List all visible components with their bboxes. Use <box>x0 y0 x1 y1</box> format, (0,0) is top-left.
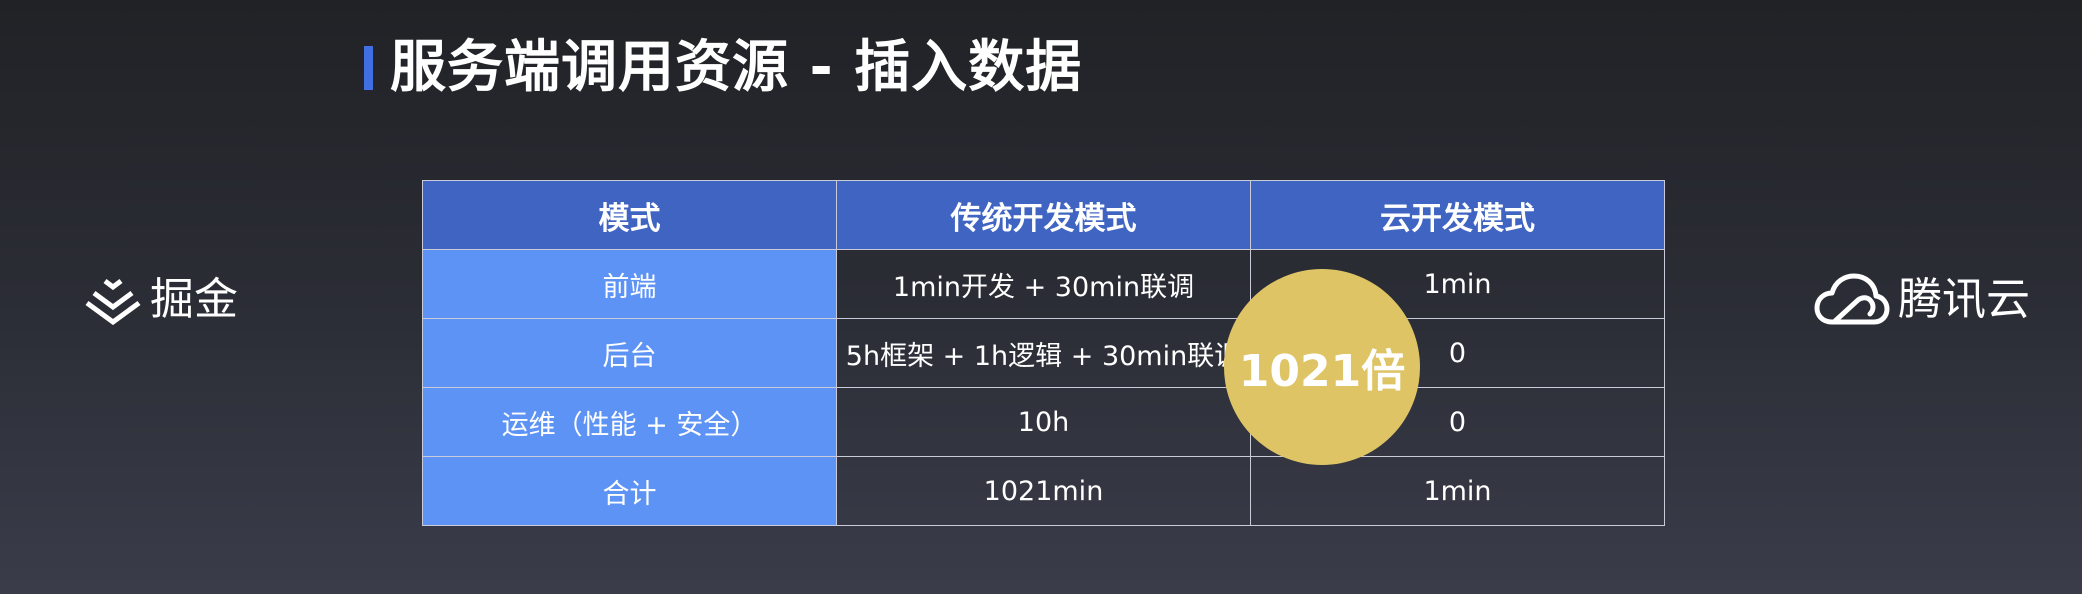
traditional-cell: 1021min <box>836 456 1251 526</box>
table-row: 前端 1min开发 + 30min联调 1min <box>422 249 1665 319</box>
table-header-row: 模式 传统开发模式 云开发模式 <box>422 180 1665 250</box>
mode-cell: 合计 <box>422 456 837 526</box>
slide-title: 服务端调用资源 - 插入数据 <box>390 35 1083 100</box>
mode-cell: 前端 <box>422 249 837 319</box>
header-cloud: 云开发模式 <box>1250 180 1665 250</box>
mode-cell: 运维（性能 + 安全） <box>422 387 837 457</box>
table-row: 运维（性能 + 安全） 10h 0 <box>422 387 1665 457</box>
traditional-cell: 5h框架 + 1h逻辑 + 30min联调 <box>836 318 1251 388</box>
tencent-cloud-logo: 腾讯云 <box>1814 268 2030 332</box>
juejin-logo-icon <box>84 275 142 325</box>
table-row-total: 合计 1021min 1min <box>422 456 1665 526</box>
mode-cell: 后台 <box>422 318 837 388</box>
header-mode: 模式 <box>422 180 837 250</box>
title-accent-bar <box>364 46 373 90</box>
header-traditional: 传统开发模式 <box>836 180 1251 250</box>
multiplier-badge: 1021倍 <box>1224 269 1420 465</box>
cloud-cell: 1min <box>1250 456 1665 526</box>
juejin-logo-text: 掘金 <box>150 274 238 325</box>
traditional-cell: 10h <box>836 387 1251 457</box>
traditional-cell: 1min开发 + 30min联调 <box>836 249 1251 319</box>
table-row: 后台 5h框架 + 1h逻辑 + 30min联调 0 <box>422 318 1665 388</box>
cloud-logo-icon <box>1814 272 1890 328</box>
comparison-table: 模式 传统开发模式 云开发模式 前端 1min开发 + 30min联调 1min… <box>422 180 1665 526</box>
juejin-logo: 掘金 <box>84 270 238 330</box>
tencent-cloud-logo-text: 腾讯云 <box>1898 274 2030 325</box>
